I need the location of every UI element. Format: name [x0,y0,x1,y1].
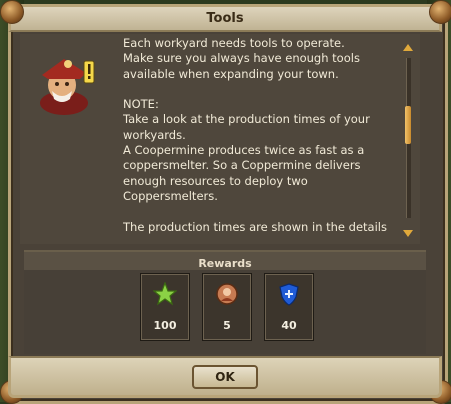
message-line: enough resources to deploy two [123,173,308,188]
rewards-title: Rewards [198,257,252,270]
message-line [123,204,391,219]
message-line: available when expanding your town. [123,66,339,81]
message-line: Make sure you always have enough tools [123,51,360,66]
coin-portrait-icon [215,282,239,306]
reward-value: 100 [153,319,177,332]
reward-value: 5 [223,319,231,332]
ok-button[interactable]: OK [192,365,258,389]
message-line: Coppersmelters. [123,188,218,203]
reward-slot-shield: 40 [264,273,314,341]
reward-slot-coin: 5 [202,273,252,341]
blue-shield-icon [277,282,301,306]
message-text: Each workyard needs tools to operate. Ma… [123,36,391,242]
star-icon [152,281,178,306]
message-line: NOTE: [123,97,159,112]
message-line: coppersmelter. So a Coppermine delivers [123,158,361,173]
scrollbar-thumb[interactable] [405,106,411,144]
scroll-up-icon[interactable] [403,44,413,51]
dialog-title: Tools [206,11,244,26]
corner-ornament-top-left-icon [0,0,24,24]
scroll-down-icon[interactable] [403,230,413,237]
message-line: Each workyard needs tools to operate. [123,36,345,50]
corner-ornament-top-right-icon [429,0,451,24]
message-line: A Coopermine produces twice as fast as a [123,143,365,158]
rewards-header: Rewards [24,252,426,270]
dialog-titlebar: Tools [8,4,442,32]
reward-slot-star: 100 [140,273,190,341]
message-line: Take a look at the production times of y… [123,112,370,127]
reward-value: 40 [281,319,297,332]
message-line: workyards. [123,127,186,142]
message-line [123,82,391,97]
advisor-avatar-icon [34,55,98,115]
message-line: The production times are shown in the de… [123,219,387,234]
